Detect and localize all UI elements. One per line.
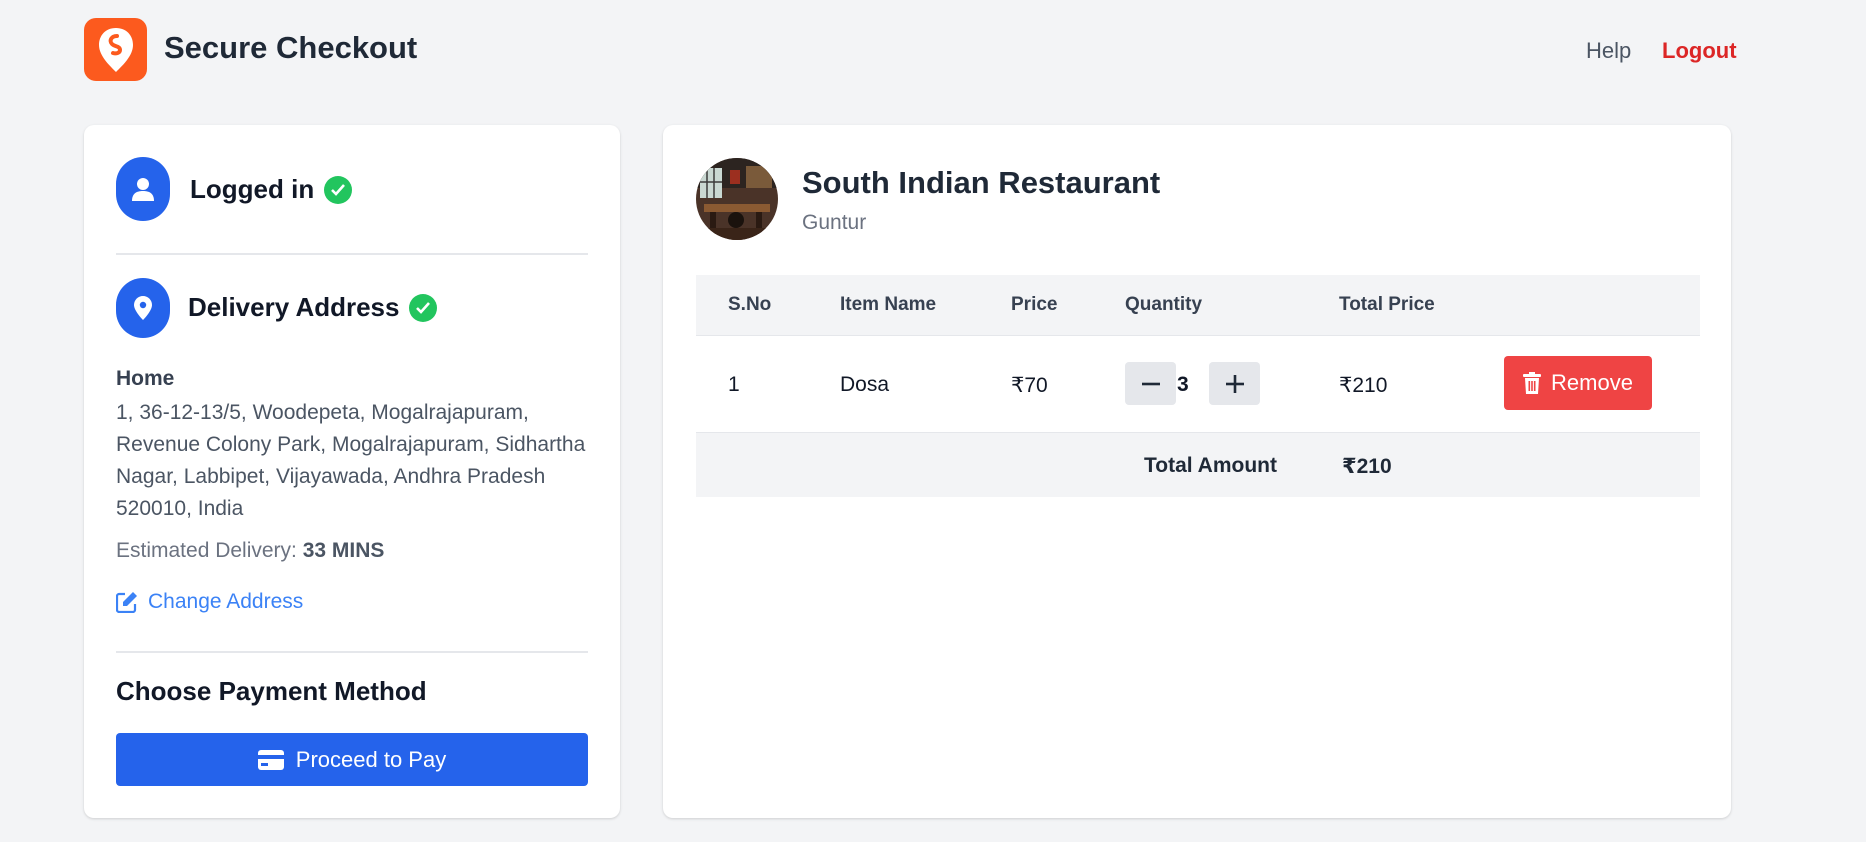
order-summary-card: South Indian Restaurant Guntur S.No Item…	[663, 125, 1731, 818]
user-icon	[132, 178, 154, 201]
item-price: ₹70	[1011, 374, 1048, 397]
check-circle-icon	[324, 175, 353, 204]
check-circle-icon	[409, 293, 438, 322]
table-row: 1 Dosa ₹70 3 ₹210 Remove	[696, 335, 1700, 433]
column-header: Item Name	[840, 294, 937, 315]
decrease-quantity-button[interactable]	[1125, 362, 1176, 405]
map-pin-icon	[134, 296, 152, 320]
column-header: Price	[1011, 294, 1058, 315]
item-name: Dosa	[840, 373, 890, 396]
delivery-address-heading: Delivery Address	[188, 292, 438, 323]
address-label: Home	[116, 367, 175, 390]
trash-icon	[1523, 372, 1542, 394]
item-total: ₹210	[1339, 374, 1388, 397]
eta-value: 33 MINS	[302, 539, 385, 562]
proceed-to-pay-button[interactable]: Proceed to Pay	[116, 733, 588, 786]
column-header: Quantity	[1125, 294, 1203, 315]
estimated-delivery: Estimated Delivery: 33 MINS	[116, 539, 384, 563]
edit-icon	[116, 592, 137, 613]
table-header: S.No Item Name Price Quantity Total Pric…	[696, 275, 1700, 335]
logout-link[interactable]: Logout	[1662, 38, 1737, 64]
remove-label: Remove	[1551, 370, 1633, 395]
item-quantity: 3	[1177, 373, 1189, 396]
payment-method-title: Choose Payment Method	[116, 676, 427, 706]
login-status: Logged in	[190, 174, 353, 205]
plus-icon	[1225, 374, 1244, 393]
divider	[116, 651, 588, 653]
page-title: Secure Checkout	[164, 30, 418, 65]
brand-logo[interactable]	[84, 18, 147, 81]
address-text: 1, 36-12-13/5, Woodepeta, Mogalrajapuram…	[116, 401, 586, 520]
login-title: Logged in	[190, 174, 315, 204]
restaurant-city: Guntur	[802, 211, 867, 234]
credit-card-icon	[257, 749, 284, 770]
total-amount-label: Total Amount	[1144, 454, 1277, 477]
table-footer: Total Amount ₹210	[696, 433, 1700, 497]
delivery-address-title: Delivery Address	[188, 292, 400, 322]
change-address-link[interactable]: Change Address	[116, 590, 303, 614]
location-icon-badge	[116, 278, 170, 338]
minus-icon	[1141, 382, 1160, 385]
user-icon-badge	[116, 157, 170, 221]
remove-item-button[interactable]: Remove	[1504, 356, 1652, 410]
eta-label: Estimated Delivery:	[116, 539, 297, 562]
restaurant-image	[696, 158, 778, 240]
restaurant-name: South Indian Restaurant	[802, 165, 1161, 200]
swiggy-logo-icon	[98, 27, 133, 72]
change-address-label: Change Address	[148, 590, 304, 613]
help-link[interactable]: Help	[1586, 38, 1631, 64]
column-header: S.No	[728, 294, 772, 315]
increase-quantity-button[interactable]	[1209, 362, 1260, 405]
total-amount-value: ₹210	[1342, 455, 1392, 478]
item-sno: 1	[728, 373, 740, 396]
checkout-steps-card: Logged in Delivery Address Home 1, 36-12…	[84, 125, 620, 818]
cart-table: S.No Item Name Price Quantity Total Pric…	[696, 275, 1700, 497]
column-header: Total Price	[1339, 294, 1435, 315]
proceed-to-pay-label: Proceed to Pay	[295, 746, 447, 772]
divider	[116, 253, 588, 255]
